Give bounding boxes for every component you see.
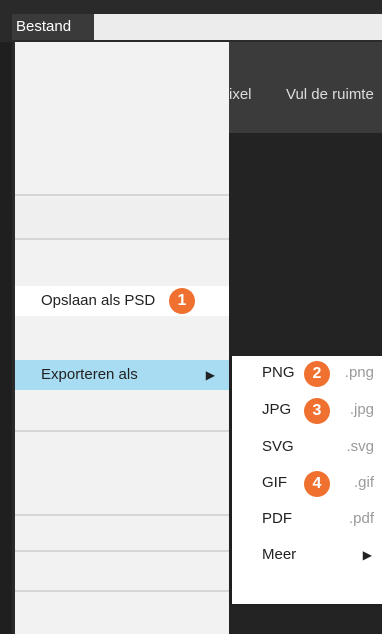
submenu-item-pdf[interactable]: PDF .pdf — [232, 504, 382, 536]
menu-item-export-as[interactable]: Exporteren als ▶ — [15, 360, 229, 390]
submenu-item-svg-label: SVG — [262, 438, 294, 455]
bestand-dropdown: Opslaan als PSD 1 Exporteren als ▶ — [15, 42, 229, 634]
submenu-item-gif-ext: .gif — [353, 474, 374, 491]
menu-bar: Bestand — [0, 0, 382, 42]
menu-bar-strip — [94, 14, 382, 40]
menu-bestand[interactable]: Bestand — [12, 14, 94, 40]
menu-separator — [15, 514, 229, 516]
submenu-item-pdf-ext: .pdf — [348, 510, 374, 527]
step-badge-2: 2 — [304, 361, 330, 387]
submenu-item-gif-label: GIF — [262, 474, 287, 491]
menu-separator — [15, 430, 229, 432]
menu-item-export-as-label: Exporteren als — [41, 366, 138, 383]
toolbar-item-pixel[interactable]: ixel — [229, 86, 252, 103]
submenu-arrow-icon: ▶ — [205, 368, 215, 382]
menu-item-save-psd[interactable]: Opslaan als PSD 1 — [15, 286, 229, 316]
submenu-item-png[interactable]: PNG 2 .png — [232, 358, 382, 390]
submenu-item-pdf-label: PDF — [262, 510, 292, 527]
submenu-item-png-label: PNG — [262, 364, 295, 381]
step-badge-4: 4 — [304, 471, 330, 497]
submenu-item-svg-ext: .svg — [346, 438, 374, 455]
submenu-item-more-label: Meer — [262, 546, 297, 563]
export-submenu: PNG 2 .png JPG 3 .jpg SVG .svg GIF 4 .gi… — [232, 356, 382, 604]
menu-separator — [15, 194, 229, 196]
toolbar-item-fill-space[interactable]: Vul de ruimte — [286, 86, 374, 103]
submenu-arrow-icon: ▶ — [362, 548, 372, 562]
submenu-item-png-ext: .png — [344, 364, 374, 381]
menu-group — [15, 198, 229, 238]
submenu-item-jpg[interactable]: JPG 3 .jpg — [232, 395, 382, 427]
menu-separator — [15, 550, 229, 552]
submenu-item-svg[interactable]: SVG .svg — [232, 432, 382, 464]
menu-separator — [15, 238, 229, 240]
submenu-item-jpg-label: JPG — [262, 401, 292, 418]
step-badge-1: 1 — [169, 288, 195, 314]
submenu-item-more[interactable]: Meer ▶ — [232, 540, 382, 572]
submenu-item-jpg-ext: .jpg — [349, 401, 374, 418]
menu-group-top — [15, 42, 229, 194]
step-badge-3: 3 — [304, 398, 330, 424]
menu-item-save-psd-label: Opslaan als PSD — [41, 292, 156, 309]
submenu-item-gif[interactable]: GIF 4 .gif — [232, 468, 382, 500]
menu-separator — [15, 590, 229, 592]
toolbar: ixel Vul de ruimte — [229, 42, 382, 133]
